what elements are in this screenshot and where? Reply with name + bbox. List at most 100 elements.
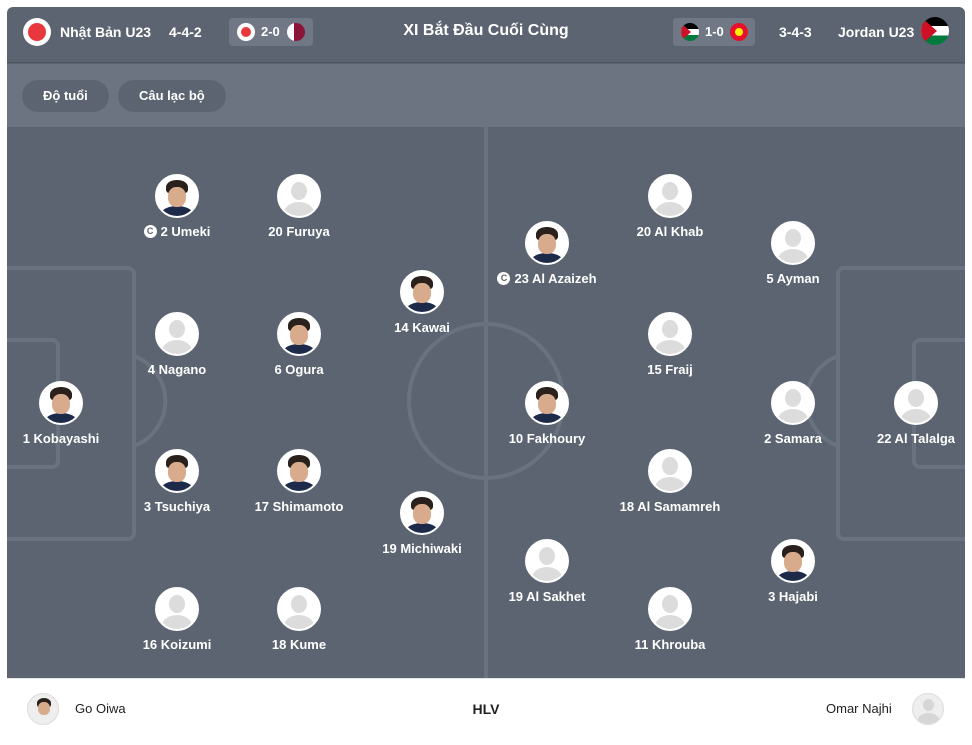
away-player[interactable]: C 23 Al Azaizeh	[477, 221, 617, 286]
player-name: 14 Kawai	[394, 320, 450, 335]
player-name-row: 1 Kobayashi	[7, 431, 131, 446]
player-avatar	[155, 449, 199, 493]
page-title: XI Bắt Đầu Cuối Cùng	[403, 22, 569, 39]
away-player[interactable]: 19 Al Sakhet	[477, 539, 617, 604]
player-name-row: 14 Kawai	[352, 320, 492, 335]
player-name-row: 10 Fakhoury	[477, 431, 617, 446]
player-name: 15 Fraij	[647, 362, 693, 377]
away-team-name[interactable]: Jordan U23	[838, 24, 914, 40]
coach-label: HLV	[472, 701, 500, 717]
player-name: 18 Kume	[271, 637, 327, 652]
player-name-row: 6 Ogura	[229, 362, 369, 377]
home-player[interactable]: 18 Kume	[229, 587, 369, 652]
player-avatar	[648, 449, 692, 493]
player-name-row: 20 Al Khab	[600, 224, 740, 239]
player-name-row: 15 Fraij	[600, 362, 740, 377]
player-name-row: 19 Michiwaki	[352, 541, 492, 556]
player-name-row: 18 Al Samamreh	[600, 499, 740, 514]
age-filter-button[interactable]: Độ tuổi	[22, 80, 109, 112]
player-name: 16 Koizumi	[142, 637, 212, 652]
away-player[interactable]: 2 Samara	[723, 381, 863, 446]
away-last-score: 1-0	[705, 24, 724, 39]
player-avatar	[771, 381, 815, 425]
player-avatar	[648, 174, 692, 218]
club-filter-button[interactable]: Câu lạc bộ	[118, 80, 226, 112]
player-avatar	[39, 381, 83, 425]
player-name: 1 Kobayashi	[22, 431, 100, 446]
player-avatar	[277, 587, 321, 631]
player-name-row: 17 Shimamoto	[229, 499, 369, 514]
away-player[interactable]: 11 Khrouba	[600, 587, 740, 652]
player-name: 20 Al Khab	[636, 224, 704, 239]
away-formation: 3-4-3	[779, 24, 812, 40]
coaches-footer: Go Oiwa HLV Omar Najhi	[7, 678, 965, 745]
player-name-row: 11 Khrouba	[600, 637, 740, 652]
home-player[interactable]: 14 Kawai	[352, 270, 492, 335]
player-name: 5 Ayman	[766, 271, 820, 286]
player-name: 4 Nagano	[147, 362, 207, 377]
kyrgyzstan-flag-icon	[730, 23, 748, 41]
player-name-row: 22 Al Talalga	[846, 431, 965, 446]
player-avatar	[400, 270, 444, 314]
player-avatar	[155, 312, 199, 356]
home-player[interactable]: C2 Umeki	[107, 174, 247, 239]
captain-icon: C	[143, 225, 157, 238]
player-avatar	[648, 587, 692, 631]
away-player[interactable]: 20 Al Khab	[600, 174, 740, 239]
player-name: 23 Al Azaizeh	[514, 271, 597, 286]
player-name-row: 3 Tsuchiya	[107, 499, 247, 514]
away-player[interactable]: 5 Ayman	[723, 221, 863, 286]
player-name-row: 5 Ayman	[723, 271, 863, 286]
player-name: 2 Umeki	[160, 224, 211, 239]
player-avatar	[400, 491, 444, 535]
player-name: 22 Al Talalga	[876, 431, 956, 446]
player-name: 11 Khrouba	[634, 637, 706, 652]
player-name-row: C 23 Al Azaizeh	[477, 271, 617, 286]
player-avatar	[648, 312, 692, 356]
away-last-match[interactable]: 1-0	[673, 18, 755, 46]
away-player[interactable]: 3 Hajabi	[723, 539, 863, 604]
player-name: 17 Shimamoto	[254, 499, 344, 514]
player-avatar	[771, 221, 815, 265]
away-player[interactable]: 10 Fakhoury	[477, 381, 617, 446]
home-player[interactable]: 1 Kobayashi	[7, 381, 131, 446]
home-player[interactable]: 16 Koizumi	[107, 587, 247, 652]
player-name-row: 2 Samara	[723, 431, 863, 446]
player-avatar	[277, 312, 321, 356]
lineup-header: Nhật Bản U23 4-4-2 2-0 XI Bắt Đầu Cuối C…	[7, 7, 965, 63]
player-avatar	[155, 587, 199, 631]
home-player[interactable]: 20 Furuya	[229, 174, 369, 239]
player-name-row: 19 Al Sakhet	[477, 589, 617, 604]
home-player[interactable]: 19 Michiwaki	[352, 491, 492, 556]
player-avatar	[894, 381, 938, 425]
player-name: 3 Tsuchiya	[143, 499, 211, 514]
captain-icon: C	[497, 272, 511, 285]
home-player[interactable]: 4 Nagano	[107, 312, 247, 377]
player-name: 3 Hajabi	[768, 589, 818, 604]
home-player[interactable]: 17 Shimamoto	[229, 449, 369, 514]
away-coach-avatar	[912, 693, 944, 725]
player-name: 20 Furuya	[268, 224, 330, 239]
player-name-row: 3 Hajabi	[723, 589, 863, 604]
player-name: 2 Samara	[764, 431, 822, 446]
player-name-row: 18 Kume	[229, 637, 369, 652]
filter-bar: Độ tuổi Câu lạc bộ	[7, 64, 965, 127]
player-avatar	[525, 381, 569, 425]
player-name: 19 Al Sakhet	[508, 589, 586, 604]
away-player[interactable]: 15 Fraij	[600, 312, 740, 377]
player-avatar	[277, 174, 321, 218]
lineup-card: Nhật Bản U23 4-4-2 2-0 XI Bắt Đầu Cuối C…	[7, 7, 965, 745]
home-player[interactable]: 3 Tsuchiya	[107, 449, 247, 514]
player-name: 19 Michiwaki	[382, 541, 462, 556]
away-player[interactable]: 22 Al Talalga	[846, 381, 965, 446]
away-coach-name[interactable]: Omar Najhi	[826, 701, 892, 716]
player-avatar	[155, 174, 199, 218]
player-name: 18 Al Samamreh	[619, 499, 721, 514]
home-player[interactable]: 6 Ogura	[229, 312, 369, 377]
pitch: 1 Kobayashi C 2 Umeki 4 Nagano 3 Tsuchiya 16 …	[7, 127, 965, 678]
jordan-flag-icon	[921, 17, 949, 45]
away-player[interactable]: 18 Al Samamreh	[600, 449, 740, 514]
jordan-flag-icon	[681, 23, 699, 41]
player-avatar	[277, 449, 321, 493]
player-avatar	[525, 221, 569, 265]
